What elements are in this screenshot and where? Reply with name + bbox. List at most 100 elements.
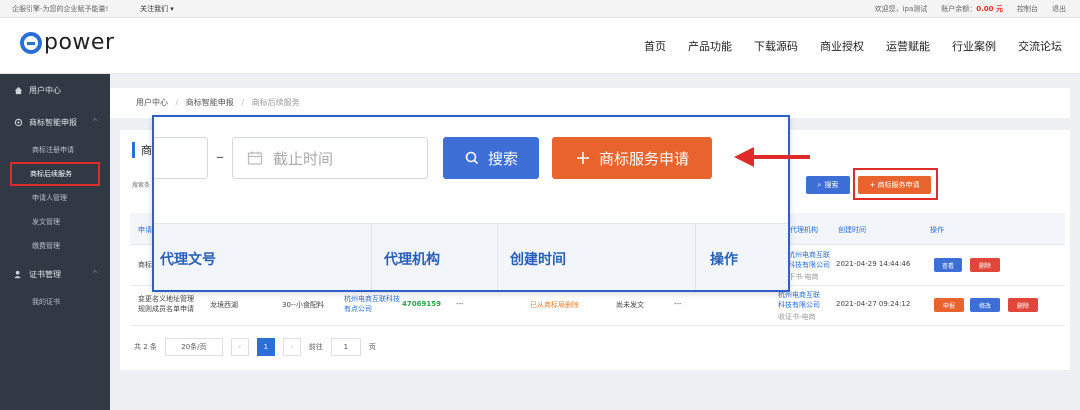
- col-agency-label: 代理机构: [384, 252, 440, 268]
- cell-created: 2021-04-29 14:44:46: [836, 260, 911, 268]
- col-first: 申请: [138, 226, 152, 234]
- site-header: power 首页 产品功能 下载源码 商业授权 运营赋能 行业案例 交流论坛: [0, 18, 1080, 74]
- cell-region: 龙境西湖: [210, 301, 238, 309]
- view-button[interactable]: 查看: [934, 258, 962, 272]
- search-button-label: 搜索: [487, 149, 518, 168]
- cell-name: 变更名义地址管理规则成员名单申请: [138, 295, 194, 313]
- edit-button[interactable]: 修改: [970, 298, 1000, 312]
- end-date-input[interactable]: 截止时间: [232, 137, 428, 179]
- page-1-button[interactable]: 1: [256, 338, 275, 356]
- sidebar-item-applicants[interactable]: 申请人管理: [0, 186, 110, 210]
- pagination: 共 2 条 20条/页 ‹ 1 › 前往 1 页: [134, 338, 376, 356]
- col-agency: 代理机构: [790, 226, 818, 234]
- goto-page-input[interactable]: 1: [330, 338, 361, 356]
- sidebar-item-register[interactable]: 商标注册申请: [0, 138, 110, 162]
- balance-value: 0.00 元: [976, 5, 1003, 13]
- cell-dash: ---: [674, 300, 682, 308]
- search-button-small[interactable]: ⌕ 搜索: [806, 176, 850, 194]
- prev-page-button[interactable]: ‹: [230, 338, 249, 356]
- search-icon: ⌕: [817, 180, 822, 189]
- sidebar-user-center-label: 用户中心: [29, 85, 61, 95]
- cell-agent[interactable]: 杭州电商互联科技有点公司: [344, 294, 404, 314]
- col-agent-number-label: 代理文号: [160, 252, 216, 268]
- search-icon: [465, 151, 479, 165]
- start-date-input[interactable]: [154, 137, 208, 179]
- slogan: 企服引擎-为您的企业赋予能量!: [12, 5, 109, 13]
- nav-home[interactable]: 首页: [644, 38, 666, 54]
- trademark-service-apply-button[interactable]: 商标服务申请: [552, 137, 712, 179]
- sidebar-group-certificates[interactable]: 证书管理 ^: [0, 258, 110, 290]
- nav-cases[interactable]: 行业案例: [952, 38, 996, 54]
- zoom-table-header: 代理文号 代理机构 创建时间 操作: [154, 223, 788, 290]
- sidebar-user-center[interactable]: 用户中心: [0, 74, 110, 106]
- cell-sub: 收证书-电商: [778, 313, 816, 321]
- nav-operations[interactable]: 运营赋能: [886, 38, 930, 54]
- breadcrumb-separator: /: [175, 98, 179, 107]
- logo-e-icon: [20, 31, 42, 54]
- top-bar: 企服引擎-为您的企业赋予能量! 关注我们 ▾ 欢迎您，ipa测试 账户余额：0.…: [0, 0, 1080, 18]
- sidebar-group-trademark[interactable]: 商标智能申报 ^: [0, 106, 110, 138]
- col-created-time-label: 创建时间: [510, 252, 566, 268]
- col-operations: 操作: [696, 224, 788, 290]
- breadcrumb-current: 商标后续服务: [251, 98, 300, 107]
- breadcrumb-trademark[interactable]: 商标智能申报: [186, 98, 234, 107]
- delete-button[interactable]: 删除: [1008, 298, 1038, 312]
- breadcrumb: 用户中心 / 商标智能申报 / 商标后续服务: [110, 88, 1070, 118]
- breadcrumb-user-center[interactable]: 用户中心: [136, 98, 168, 107]
- col-created-time: 创建时间: [498, 224, 696, 290]
- pager-total: 共 2 条: [134, 343, 157, 351]
- logo[interactable]: power: [20, 30, 115, 55]
- welcome-text: 欢迎您，ipa测试: [874, 5, 928, 13]
- circle-gear-icon: [14, 118, 23, 126]
- col-agency: 代理机构: [372, 224, 498, 290]
- sidebar-item-my-certs[interactable]: 我的证书: [0, 290, 110, 314]
- sidebar-group-certificates-label: 证书管理: [29, 269, 61, 279]
- follow-us-link[interactable]: 关注我们 ▾: [140, 4, 174, 14]
- goto-suffix: 页: [368, 343, 376, 351]
- cell-dash: ---: [456, 300, 464, 308]
- next-page-button[interactable]: ›: [282, 338, 301, 356]
- plus-icon: [576, 152, 589, 164]
- col-operations-label: 操作: [710, 252, 738, 268]
- sidebar: 用户中心 商标智能申报 ^ 商标注册申请 商标后续服务 申请人管理 发文管理 缴…: [0, 74, 110, 410]
- delete-button[interactable]: 删除: [970, 258, 1000, 272]
- main-nav: 首页 产品功能 下载源码 商业授权 运营赋能 行业案例 交流论坛: [644, 38, 1062, 54]
- goto-label: 前往: [308, 343, 323, 351]
- home-icon: [14, 86, 23, 94]
- page-size-select[interactable]: 20条/页: [164, 338, 223, 356]
- cell-sub: 下书-电商: [788, 273, 819, 281]
- calendar-icon: [247, 151, 263, 165]
- console-link[interactable]: 控制台: [1017, 4, 1038, 14]
- panel-title: 商: [132, 142, 152, 158]
- sidebar-group-trademark-label: 商标智能申报: [29, 117, 77, 127]
- nav-features[interactable]: 产品功能: [688, 38, 732, 54]
- cell-agency[interactable]: 杭州电商互联科技有限公司: [788, 250, 834, 270]
- sidebar-item-payments[interactable]: 缴费管理: [0, 234, 110, 258]
- search-button[interactable]: 搜索: [443, 137, 539, 179]
- cell-doc: 尚未发文: [616, 301, 644, 309]
- zoom-callout: – 截止时间 搜索 商标服务申请 代理文号 代理机构 创建时间 操作: [152, 115, 790, 292]
- top-user-bar: 欢迎您，ipa测试 账户余额：0.00 元 控制台 退出: [875, 4, 1066, 14]
- cell-created: 2021-04-27 09:24:12: [836, 300, 911, 308]
- col-agent-number: 代理文号: [154, 224, 372, 290]
- logout-link[interactable]: 退出: [1052, 4, 1066, 14]
- nav-license[interactable]: 商业授权: [820, 38, 864, 54]
- apply-button-label: 商标服务申请: [598, 149, 689, 168]
- cell-name: 商标: [138, 261, 152, 269]
- col-ops: 操作: [930, 226, 944, 234]
- balance-label: 账户余额：: [941, 5, 977, 13]
- chevron-up-icon: ^: [92, 270, 98, 278]
- sidebar-item-followup[interactable]: 商标后续服务: [10, 162, 100, 186]
- table-row: 变更名义地址管理规则成员名单申请 龙境西湖 30--小食配料 杭州电商互联科技有…: [130, 286, 1065, 326]
- page-size-value: 20条/页: [181, 343, 207, 351]
- col-created: 创建时间: [838, 226, 866, 234]
- sidebar-item-documents[interactable]: 发文管理: [0, 210, 110, 234]
- apply-button-small[interactable]: + 商标服务申请: [858, 176, 931, 194]
- nav-forum[interactable]: 交流论坛: [1018, 38, 1062, 54]
- declare-button[interactable]: 申报: [934, 298, 964, 312]
- nav-download[interactable]: 下载源码: [754, 38, 798, 54]
- chevron-up-icon: ^: [92, 118, 98, 126]
- balance-display: 账户余额：0.00 元: [941, 4, 1003, 14]
- cell-agency[interactable]: 杭州电商互联科技有限公司: [778, 290, 824, 310]
- search-button-label: 搜索: [824, 181, 839, 189]
